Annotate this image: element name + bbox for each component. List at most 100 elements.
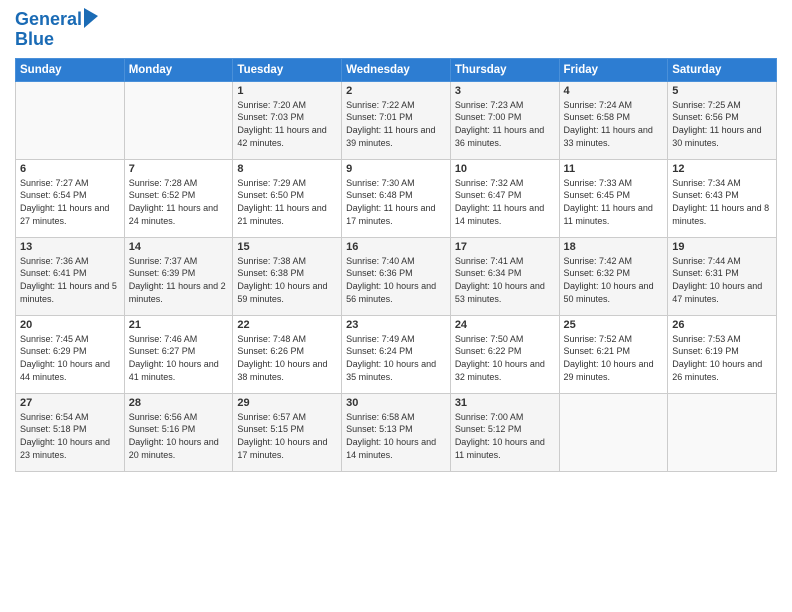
- logo-icon: [84, 8, 98, 28]
- header-cell-thursday: Thursday: [450, 58, 559, 81]
- day-number: 12: [672, 163, 772, 175]
- day-cell: 6Sunrise: 7:27 AMSunset: 6:54 PMDaylight…: [16, 159, 125, 237]
- day-number: 29: [237, 397, 337, 409]
- calendar-table: SundayMondayTuesdayWednesdayThursdayFrid…: [15, 58, 777, 472]
- day-number: 27: [20, 397, 120, 409]
- day-number: 10: [455, 163, 555, 175]
- day-cell: 23 Sunrise: 7:49 AMSunset: 6:24 PMDayligh…: [342, 315, 451, 393]
- day-number: 17: [455, 241, 555, 253]
- day-cell: 20 Sunrise: 7:45 AMSunset: 6:29 PMDayligh…: [16, 315, 125, 393]
- day-cell: 15 Sunrise: 7:38 AMSunset: 6:38 PMDayligh…: [233, 237, 342, 315]
- day-info: Sunrise: 7:34 AMSunset: 6:43 PMDaylight:…: [672, 177, 772, 227]
- logo: General Blue: [15, 10, 98, 50]
- day-number: 21: [129, 319, 229, 331]
- day-info: Sunrise: 6:54 AMSunset: 5:18 PMDaylight:…: [20, 411, 120, 461]
- day-info: Sunrise: 7:00 AMSunset: 5:12 PMDaylight:…: [455, 411, 555, 461]
- day-cell: [668, 393, 777, 471]
- day-number: 4: [564, 85, 664, 97]
- day-number: 8: [237, 163, 337, 175]
- day-cell: 28Sunrise: 6:56 AMSunset: 5:16 PMDayligh…: [124, 393, 233, 471]
- day-cell: 30 Sunrise: 6:58 AMSunset: 5:13 PMDayligh…: [342, 393, 451, 471]
- day-cell: 12 Sunrise: 7:34 AMSunset: 6:43 PMDayligh…: [668, 159, 777, 237]
- day-info: Sunrise: 7:38 AMSunset: 6:38 PMDaylight:…: [237, 255, 337, 305]
- day-number: 31: [455, 397, 555, 409]
- day-number: 25: [564, 319, 664, 331]
- week-row-4: 20 Sunrise: 7:45 AMSunset: 6:29 PMDayligh…: [16, 315, 777, 393]
- day-cell: 5Sunrise: 7:25 AMSunset: 6:56 PMDaylight…: [668, 81, 777, 159]
- header-cell-wednesday: Wednesday: [342, 58, 451, 81]
- day-cell: 1Sunrise: 7:20 AMSunset: 7:03 PMDaylight…: [233, 81, 342, 159]
- day-number: 14: [129, 241, 229, 253]
- day-number: 24: [455, 319, 555, 331]
- day-info: Sunrise: 7:44 AMSunset: 6:31 PMDaylight:…: [672, 255, 772, 305]
- day-info: Sunrise: 7:48 AMSunset: 6:26 PMDaylight:…: [237, 333, 337, 383]
- day-info: Sunrise: 7:37 AMSunset: 6:39 PMDaylight:…: [129, 255, 229, 305]
- day-cell: 18 Sunrise: 7:42 AMSunset: 6:32 PMDayligh…: [559, 237, 668, 315]
- header-cell-tuesday: Tuesday: [233, 58, 342, 81]
- day-cell: 24 Sunrise: 7:50 AMSunset: 6:22 PMDayligh…: [450, 315, 559, 393]
- day-cell: 2Sunrise: 7:22 AMSunset: 7:01 PMDaylight…: [342, 81, 451, 159]
- day-info: Sunrise: 7:53 AMSunset: 6:19 PMDaylight:…: [672, 333, 772, 383]
- day-info: Sunrise: 7:42 AMSunset: 6:32 PMDaylight:…: [564, 255, 664, 305]
- day-info: Sunrise: 7:36 AMSunset: 6:41 PMDaylight:…: [20, 255, 120, 305]
- day-number: 30: [346, 397, 446, 409]
- day-cell: [124, 81, 233, 159]
- day-number: 13: [20, 241, 120, 253]
- day-cell: 17 Sunrise: 7:41 AMSunset: 6:34 PMDayligh…: [450, 237, 559, 315]
- day-cell: 11Sunrise: 7:33 AMSunset: 6:45 PMDayligh…: [559, 159, 668, 237]
- day-info: Sunrise: 6:56 AMSunset: 5:16 PMDaylight:…: [129, 411, 229, 461]
- day-cell: 13 Sunrise: 7:36 AMSunset: 6:41 PMDayligh…: [16, 237, 125, 315]
- day-cell: 26Sunrise: 7:53 AMSunset: 6:19 PMDayligh…: [668, 315, 777, 393]
- day-cell: 9 Sunrise: 7:30 AMSunset: 6:48 PMDaylight…: [342, 159, 451, 237]
- week-row-5: 27 Sunrise: 6:54 AMSunset: 5:18 PMDayligh…: [16, 393, 777, 471]
- day-cell: 27 Sunrise: 6:54 AMSunset: 5:18 PMDayligh…: [16, 393, 125, 471]
- day-cell: 16 Sunrise: 7:40 AMSunset: 6:36 PMDayligh…: [342, 237, 451, 315]
- day-number: 15: [237, 241, 337, 253]
- day-cell: 3Sunrise: 7:23 AMSunset: 7:00 PMDaylight…: [450, 81, 559, 159]
- header-row: SundayMondayTuesdayWednesdayThursdayFrid…: [16, 58, 777, 81]
- day-cell: 14 Sunrise: 7:37 AMSunset: 6:39 PMDayligh…: [124, 237, 233, 315]
- day-info: Sunrise: 7:30 AMSunset: 6:48 PMDaylight:…: [346, 177, 446, 227]
- day-number: 1: [237, 85, 337, 97]
- logo-text-general: General: [15, 10, 82, 30]
- header: General Blue: [15, 10, 777, 50]
- day-info: Sunrise: 7:46 AMSunset: 6:27 PMDaylight:…: [129, 333, 229, 383]
- day-info: Sunrise: 7:22 AMSunset: 7:01 PMDaylight:…: [346, 99, 446, 149]
- header-cell-saturday: Saturday: [668, 58, 777, 81]
- day-info: Sunrise: 7:27 AMSunset: 6:54 PMDaylight:…: [20, 177, 120, 227]
- day-number: 22: [237, 319, 337, 331]
- day-number: 20: [20, 319, 120, 331]
- day-cell: 19 Sunrise: 7:44 AMSunset: 6:31 PMDayligh…: [668, 237, 777, 315]
- day-info: Sunrise: 7:41 AMSunset: 6:34 PMDaylight:…: [455, 255, 555, 305]
- day-info: Sunrise: 7:24 AMSunset: 6:58 PMDaylight:…: [564, 99, 664, 149]
- day-cell: 8 Sunrise: 7:29 AMSunset: 6:50 PMDaylight…: [233, 159, 342, 237]
- day-number: 9: [346, 163, 446, 175]
- day-info: Sunrise: 6:58 AMSunset: 5:13 PMDaylight:…: [346, 411, 446, 461]
- day-number: 5: [672, 85, 772, 97]
- day-cell: 22 Sunrise: 7:48 AMSunset: 6:26 PMDayligh…: [233, 315, 342, 393]
- day-cell: 7Sunrise: 7:28 AMSunset: 6:52 PMDaylight…: [124, 159, 233, 237]
- day-cell: 4 Sunrise: 7:24 AMSunset: 6:58 PMDaylight…: [559, 81, 668, 159]
- day-info: Sunrise: 7:40 AMSunset: 6:36 PMDaylight:…: [346, 255, 446, 305]
- logo-text-blue: Blue: [15, 30, 98, 50]
- day-info: Sunrise: 7:29 AMSunset: 6:50 PMDaylight:…: [237, 177, 337, 227]
- day-info: Sunrise: 7:23 AMSunset: 7:00 PMDaylight:…: [455, 99, 555, 149]
- day-number: 16: [346, 241, 446, 253]
- header-cell-monday: Monday: [124, 58, 233, 81]
- day-number: 23: [346, 319, 446, 331]
- day-cell: 31 Sunrise: 7:00 AMSunset: 5:12 PMDayligh…: [450, 393, 559, 471]
- header-cell-friday: Friday: [559, 58, 668, 81]
- day-info: Sunrise: 7:49 AMSunset: 6:24 PMDaylight:…: [346, 333, 446, 383]
- day-info: Sunrise: 7:50 AMSunset: 6:22 PMDaylight:…: [455, 333, 555, 383]
- day-cell: 29Sunrise: 6:57 AMSunset: 5:15 PMDayligh…: [233, 393, 342, 471]
- day-number: 7: [129, 163, 229, 175]
- week-row-3: 13 Sunrise: 7:36 AMSunset: 6:41 PMDayligh…: [16, 237, 777, 315]
- day-cell: [16, 81, 125, 159]
- day-cell: [559, 393, 668, 471]
- day-cell: 10Sunrise: 7:32 AMSunset: 6:47 PMDayligh…: [450, 159, 559, 237]
- day-number: 19: [672, 241, 772, 253]
- day-info: Sunrise: 7:45 AMSunset: 6:29 PMDaylight:…: [20, 333, 120, 383]
- week-row-1: 1Sunrise: 7:20 AMSunset: 7:03 PMDaylight…: [16, 81, 777, 159]
- day-number: 18: [564, 241, 664, 253]
- day-cell: 21 Sunrise: 7:46 AMSunset: 6:27 PMDayligh…: [124, 315, 233, 393]
